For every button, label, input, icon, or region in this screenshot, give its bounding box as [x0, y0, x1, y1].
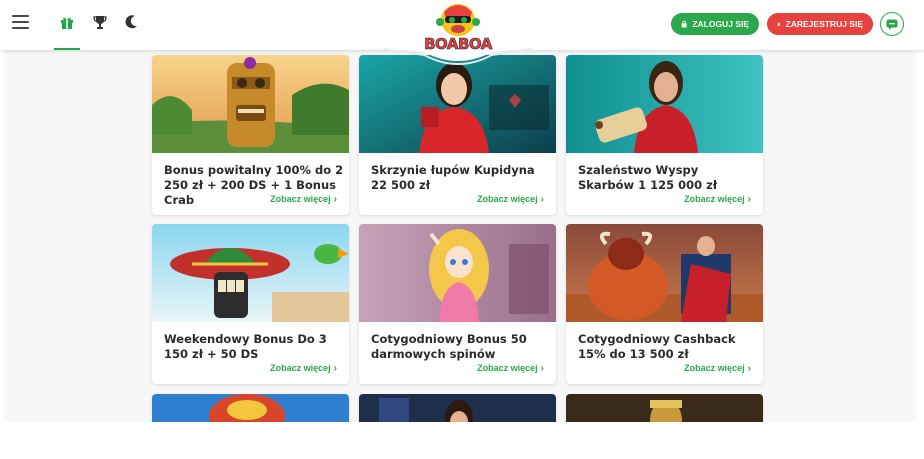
promo-card-weekend-bonus[interactable]: Weekendowy Bonus Do 3 150 zł + 50 DS Zob…	[152, 224, 349, 384]
chevron-right-icon: ›	[540, 194, 544, 205]
promo-card-treasure-island[interactable]: Szaleństwo Wyspy Skarbów 1 125 000 zł Zo…	[566, 55, 763, 215]
top-header: BOABOA ZALOGUJ SIĘ ZAREJESTRUJ SIĘ	[0, 0, 924, 65]
see-more-link[interactable]: Zobacz więcej ›	[477, 363, 544, 374]
chevron-right-icon: ›	[747, 194, 751, 205]
promo-card-cupid-loot[interactable]: Skrzynie łupów Kupidyna 22 500 zł Zobacz…	[359, 55, 556, 215]
see-more-link[interactable]: Zobacz więcej ›	[684, 363, 751, 374]
chat-button[interactable]	[880, 12, 904, 36]
see-more-label: Zobacz więcej	[270, 194, 331, 204]
moon-icon[interactable]	[124, 14, 140, 30]
promo-image-tiki	[152, 55, 349, 153]
see-more-label: Zobacz więcej	[684, 363, 745, 373]
menu-icon[interactable]	[12, 15, 29, 29]
see-more-label: Zobacz więcej	[270, 363, 331, 373]
logo-text: BOABOA	[424, 35, 493, 54]
promo-image-anime	[359, 224, 556, 322]
promo-card-partial[interactable]	[359, 394, 556, 422]
lock-icon	[681, 20, 687, 28]
chevron-right-icon: ›	[333, 363, 337, 374]
see-more-link[interactable]: Zobacz więcej ›	[477, 194, 544, 205]
page-bottom-area	[0, 422, 924, 459]
chevron-right-icon: ›	[747, 363, 751, 374]
register-button[interactable]: ZAREJESTRUJ SIĘ	[767, 13, 873, 35]
promo-title: Cotygodniowy Cashback 15% do 13 500 zł	[578, 332, 736, 361]
promo-image-partial	[359, 394, 556, 422]
user-icon	[777, 22, 781, 26]
chevron-right-icon: ›	[333, 194, 337, 205]
promo-card-partial[interactable]	[566, 394, 763, 422]
chevron-right-icon: ›	[540, 363, 544, 374]
promo-image-sombrero	[152, 224, 349, 322]
promo-image-treasure	[566, 55, 763, 153]
see-more-link[interactable]: Zobacz więcej ›	[270, 363, 337, 374]
promo-title: Cotygodniowy Bonus 50 darmowych spinów	[371, 332, 527, 361]
see-more-link[interactable]: Zobacz więcej ›	[270, 194, 337, 205]
promo-card-weekly-free-spins[interactable]: Cotygodniowy Bonus 50 darmowych spinów Z…	[359, 224, 556, 384]
trophy-icon[interactable]	[92, 14, 108, 30]
chat-icon	[886, 19, 898, 30]
promo-title: Szaleństwo Wyspy Skarbów 1 125 000 zł	[578, 163, 718, 192]
login-label: ZALOGUJ SIĘ	[692, 19, 749, 29]
promo-card-partial[interactable]	[152, 394, 349, 422]
promo-card-weekly-cashback[interactable]: Cotygodniowy Cashback 15% do 13 500 zł Z…	[566, 224, 763, 384]
gift-icon[interactable]	[59, 14, 75, 30]
boaboa-logo[interactable]: BOABOA	[384, 0, 532, 70]
active-tab-indicator	[54, 48, 80, 50]
see-more-label: Zobacz więcej	[477, 363, 538, 373]
login-button[interactable]: ZALOGUJ SIĘ	[671, 13, 759, 35]
promo-card-welcome-bonus[interactable]: Bonus powitalny 100% do 2 250 zł + 200 D…	[152, 55, 349, 215]
register-label: ZAREJESTRUJ SIĘ	[785, 19, 863, 29]
promo-image-partial	[566, 394, 763, 422]
promo-title: Weekendowy Bonus Do 3 150 zł + 50 DS	[164, 332, 327, 361]
promotions-area: Bonus powitalny 100% do 2 250 zł + 200 D…	[4, 50, 916, 422]
see-more-link[interactable]: Zobacz więcej ›	[684, 194, 751, 205]
see-more-label: Zobacz więcej	[684, 194, 745, 204]
promo-title: Skrzynie łupów Kupidyna 22 500 zł	[371, 163, 535, 192]
promo-image-partial	[152, 394, 349, 422]
see-more-label: Zobacz więcej	[477, 194, 538, 204]
promo-image-bull	[566, 224, 763, 322]
